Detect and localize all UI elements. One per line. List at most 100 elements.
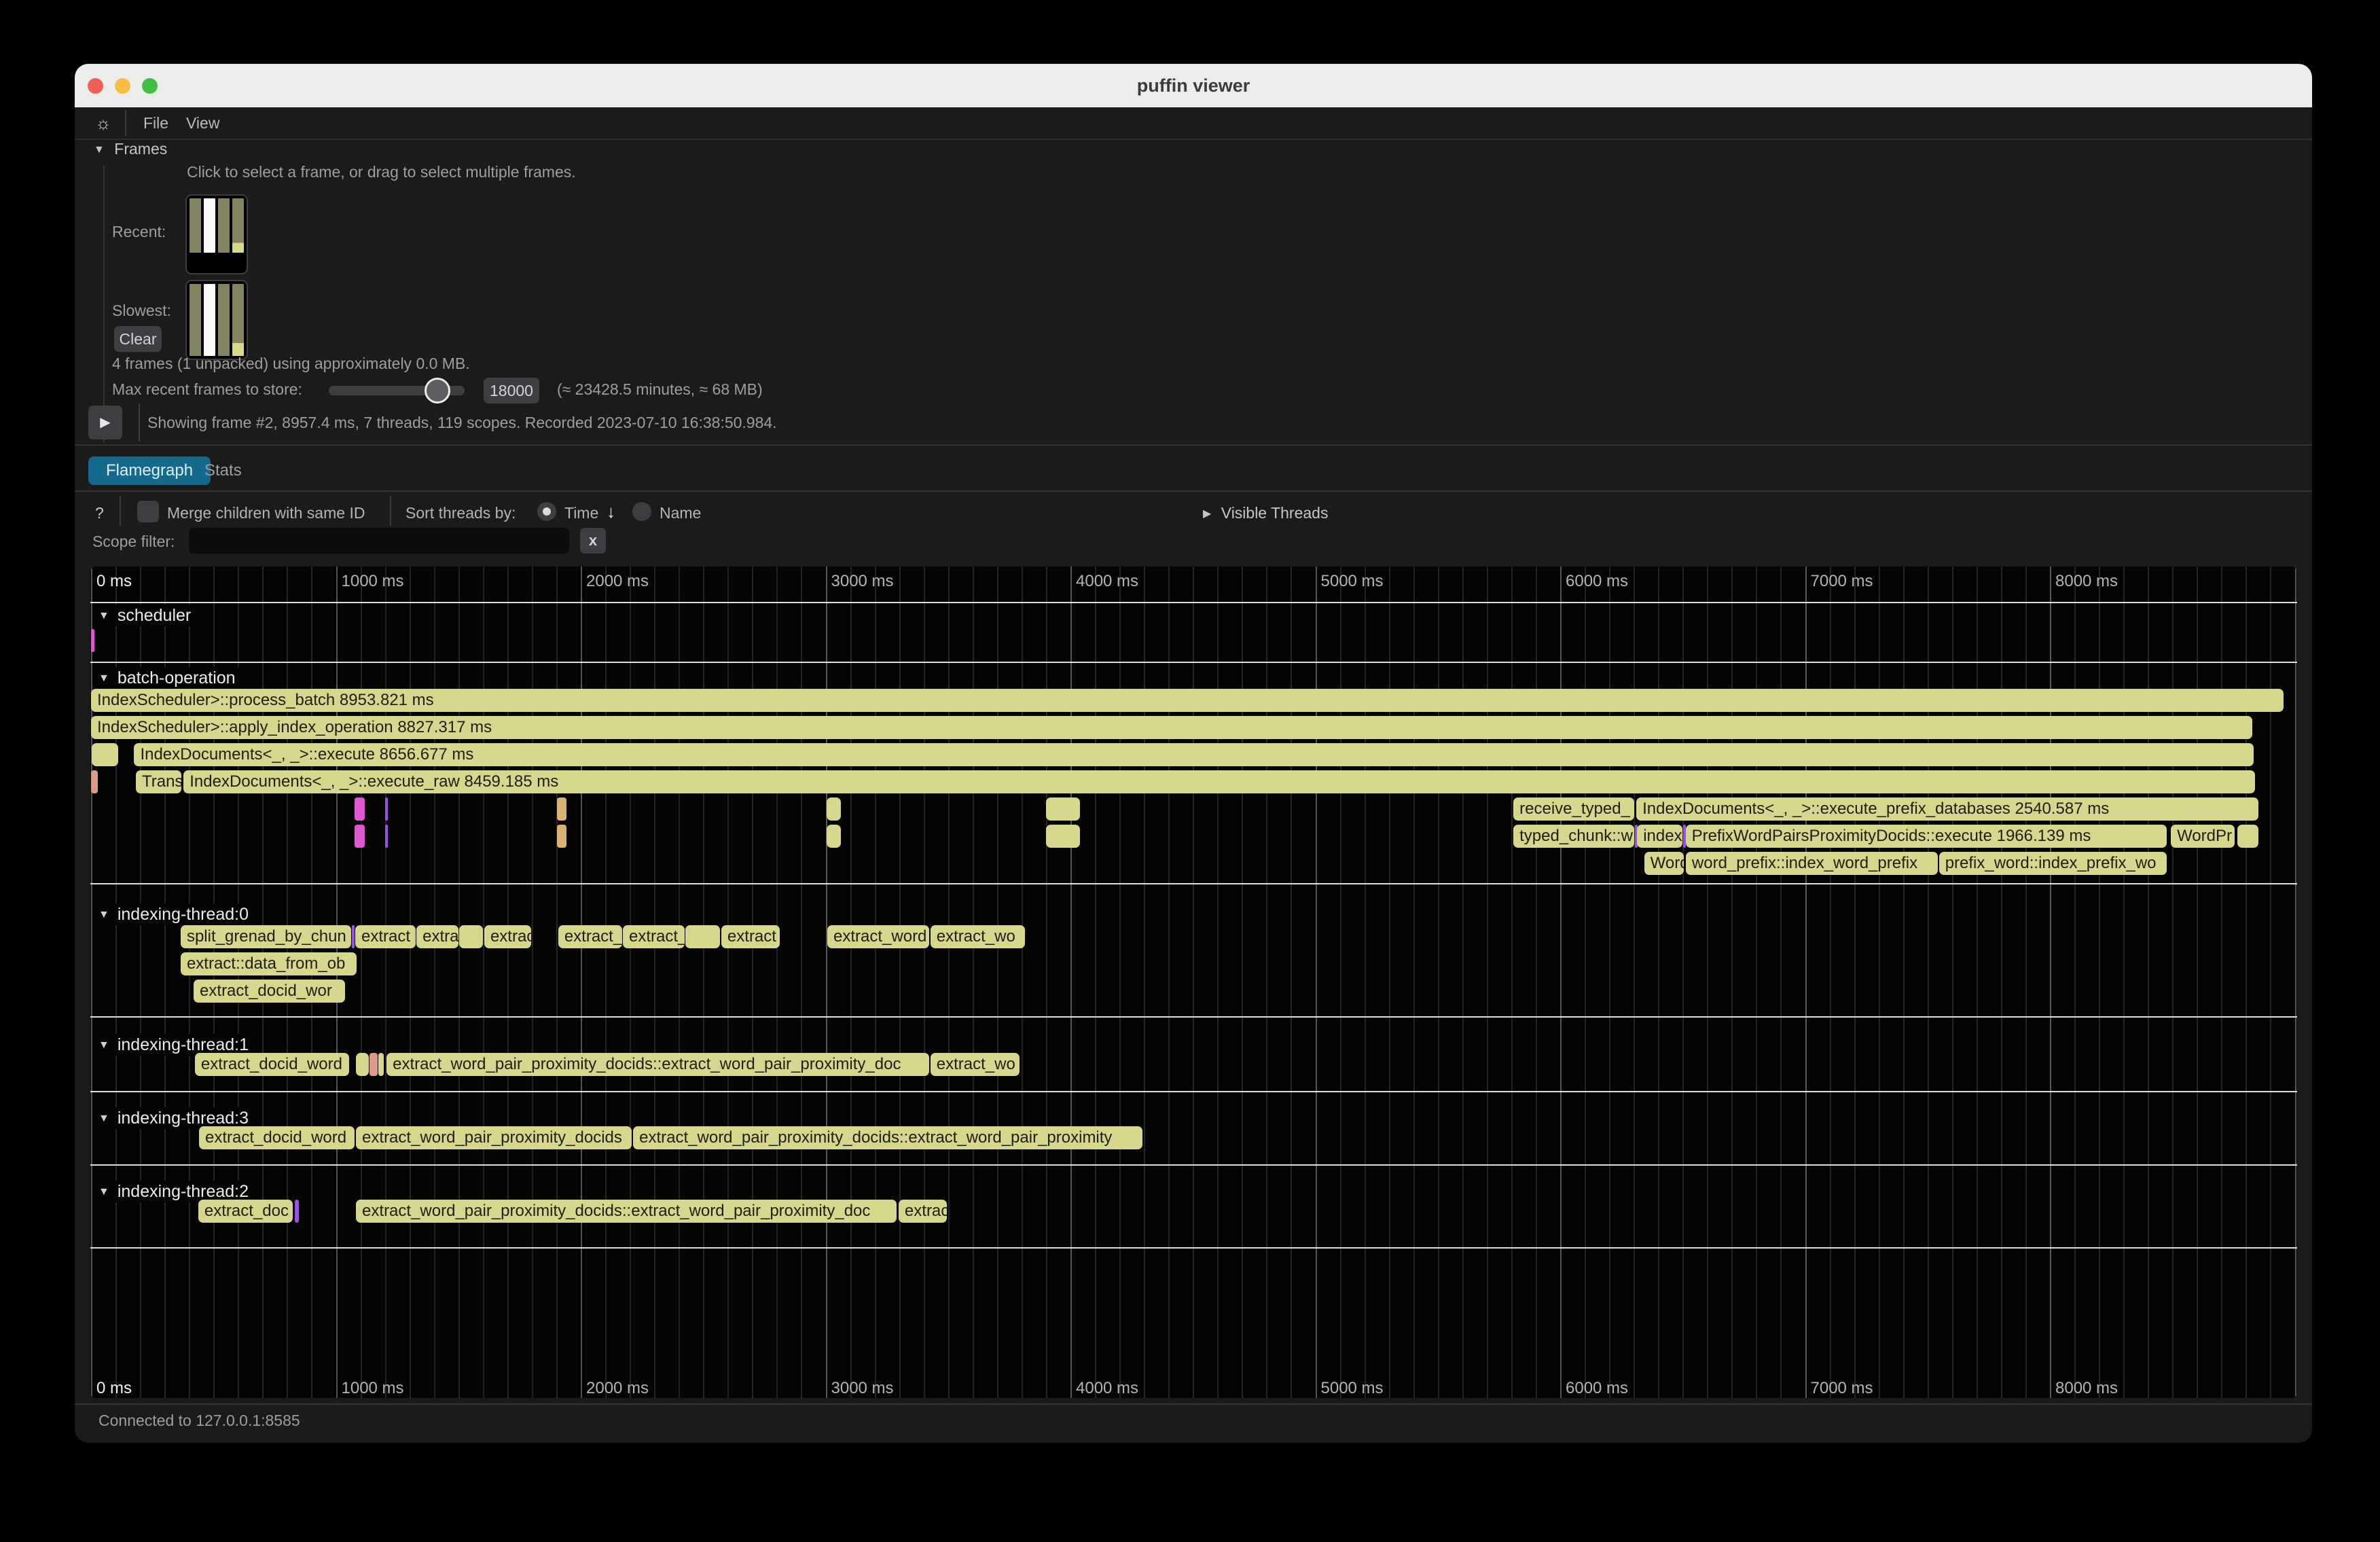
scope-bar[interactable]: receive_typed_ [1513, 797, 1634, 821]
scope-bar[interactable]: extrac [484, 925, 531, 948]
scope-bar[interactable]: IndexScheduler>::apply_index_operation 8… [91, 716, 2252, 739]
menu-file[interactable]: File [143, 112, 168, 134]
scope-label: extract_word_pair_proximity_docids [356, 1128, 622, 1147]
scope-bar[interactable]: word_prefix::index_word_prefix [1686, 852, 1938, 875]
scope-bar[interactable]: Trans [136, 770, 181, 793]
thread-header[interactable]: ▼indexing-thread:0 [93, 903, 258, 925]
scope-bar[interactable]: WordPr [2171, 825, 2235, 848]
collapse-open-icon: ▼ [98, 1039, 109, 1051]
frame-thumbnail-bar[interactable] [204, 284, 215, 356]
scope-label: IndexDocuments<_, _>::execute_raw 8459.1… [183, 772, 558, 791]
scope-bar[interactable] [92, 743, 118, 766]
scope-bar[interactable]: index [1637, 825, 1682, 848]
scope-label: WordPr [2171, 827, 2232, 845]
scope-bar[interactable] [2237, 825, 2258, 848]
thread-name: indexing-thread:3 [118, 1109, 249, 1128]
scope-bar[interactable] [1046, 797, 1080, 821]
scope-bar[interactable] [385, 825, 388, 848]
flamegraph-canvas[interactable]: 0 ms0 ms1000 ms1000 ms2000 ms2000 ms3000… [90, 567, 2297, 1398]
thread-name: scheduler [118, 606, 191, 625]
slowest-frames-thumbnail[interactable] [185, 280, 248, 360]
frame-thumbnail-bar[interactable] [190, 198, 201, 253]
thread-header[interactable]: ▼batch-operation [93, 667, 245, 689]
scope-filter-input[interactable] [189, 528, 569, 554]
scope-bar[interactable]: IndexScheduler>::process_batch 8953.821 … [91, 689, 2284, 712]
scope-bar[interactable]: extract [721, 925, 780, 948]
help-button[interactable]: ? [95, 504, 104, 522]
scope-bar[interactable] [91, 770, 98, 793]
scope-bar[interactable]: extract_ [558, 925, 622, 948]
frame-thumbnail-bar[interactable] [218, 284, 230, 356]
max-frames-slider-knob[interactable] [425, 378, 450, 404]
scope-bar[interactable]: extract_word_pair_proximity_docids::extr… [633, 1126, 1142, 1149]
scope-bar[interactable]: PrefixWordPairsProximityDocids::execute … [1686, 825, 2167, 848]
titlebar: puffin viewer [75, 64, 2312, 107]
scope-label: typed_chunk::w [1513, 827, 1633, 845]
frames-section-header[interactable]: ▼ Frames [94, 140, 167, 158]
scope-bar[interactable] [91, 629, 94, 652]
play-button[interactable]: ▶ [88, 406, 122, 440]
scope-bar[interactable] [685, 925, 721, 948]
tab-stats[interactable]: Stats [204, 456, 242, 485]
scope-bar[interactable] [385, 797, 388, 821]
visible-threads-label: Visible Threads [1221, 504, 1329, 522]
scope-bar[interactable]: extract_word_pair_proximity_docids::extr… [356, 1200, 897, 1223]
scope-bar[interactable] [557, 825, 566, 848]
scope-bar[interactable]: extract_docid_word [199, 1126, 355, 1149]
scope-bar[interactable] [378, 1053, 384, 1076]
scope-bar[interactable]: extract_word_pair_proximity_docids [356, 1126, 632, 1149]
theme-toggle-icon[interactable]: ☼ [91, 111, 115, 135]
thread-header[interactable]: ▼scheduler [93, 605, 200, 626]
scope-bar[interactable]: IndexDocuments<_, _>::execute_prefix_dat… [1636, 797, 2258, 821]
scope-bar[interactable] [369, 1053, 378, 1076]
scope-bar[interactable]: typed_chunk::w [1513, 825, 1634, 848]
scope-bar[interactable]: Word [1644, 852, 1684, 875]
clear-button[interactable]: Clear [114, 326, 162, 352]
scope-bar[interactable]: prefix_word::index_prefix_wo [1939, 852, 2167, 875]
frame-thumbnail-bar[interactable] [218, 198, 230, 253]
scope-bar[interactable]: extract [355, 925, 416, 948]
section-separator [90, 883, 2297, 884]
scope-bar[interactable]: split_grenad_by_chun [181, 925, 351, 948]
scope-bar[interactable] [459, 925, 483, 948]
frame-thumbnail-bar[interactable] [232, 198, 244, 253]
scope-bar[interactable]: extract_word [827, 925, 929, 948]
scope-bar[interactable]: extra [416, 925, 458, 948]
scope-bar[interactable] [1046, 825, 1080, 848]
merge-children-checkbox[interactable] [137, 501, 159, 522]
scope-bar[interactable]: IndexDocuments<_, _>::execute 8656.677 m… [134, 743, 2254, 766]
frame-thumbnail-bar[interactable] [204, 198, 215, 253]
scope-bar[interactable]: extract_ [623, 925, 685, 948]
scope-bar[interactable] [352, 925, 355, 948]
sort-direction-arrow-icon[interactable]: ↓ [607, 501, 615, 522]
scope-bar[interactable]: extract::data_from_ob [181, 952, 357, 975]
scope-label: extract [355, 927, 410, 946]
scope-bar[interactable]: extract_word_pair_proximity_docids::extr… [386, 1053, 929, 1076]
scope-bar[interactable]: extract_doc [198, 1200, 293, 1223]
scope-bar[interactable]: extract_wo [931, 1053, 1020, 1076]
scope-label: word_prefix::index_word_prefix [1686, 854, 1917, 872]
menu-view[interactable]: View [186, 112, 219, 134]
scope-bar[interactable] [295, 1200, 299, 1223]
scope-bar[interactable] [355, 797, 365, 821]
scope-bar[interactable]: IndexDocuments<_, _>::execute_raw 8459.1… [183, 770, 2255, 793]
frame-thumbnail-bar[interactable] [232, 284, 244, 356]
max-frames-value[interactable]: 18000 [484, 378, 539, 404]
scope-bar[interactable] [557, 797, 566, 821]
scope-bar[interactable]: extract_docid_wor [194, 980, 345, 1003]
scope-bar[interactable] [827, 797, 841, 821]
scope-bar[interactable]: extract_docid_word [195, 1053, 349, 1076]
sort-time-radio[interactable] [537, 502, 556, 521]
scope-bar[interactable] [827, 825, 841, 848]
tab-flamegraph[interactable]: Flamegraph [88, 456, 211, 485]
frame-thumbnail-bar[interactable] [190, 284, 201, 356]
recent-frames-thumbnail[interactable] [185, 194, 248, 274]
scope-label: extract_word_pair_proximity_docids::extr… [386, 1055, 901, 1073]
scope-bar[interactable]: extrac [899, 1200, 947, 1223]
sort-name-radio[interactable] [632, 502, 651, 521]
scope-bar[interactable]: extract_wo [931, 925, 1026, 948]
visible-threads-header[interactable]: ▶ Visible Threads [1203, 504, 1328, 522]
clear-filter-button[interactable]: x [580, 528, 606, 554]
scope-bar[interactable] [356, 1053, 369, 1076]
scope-bar[interactable] [355, 825, 365, 848]
